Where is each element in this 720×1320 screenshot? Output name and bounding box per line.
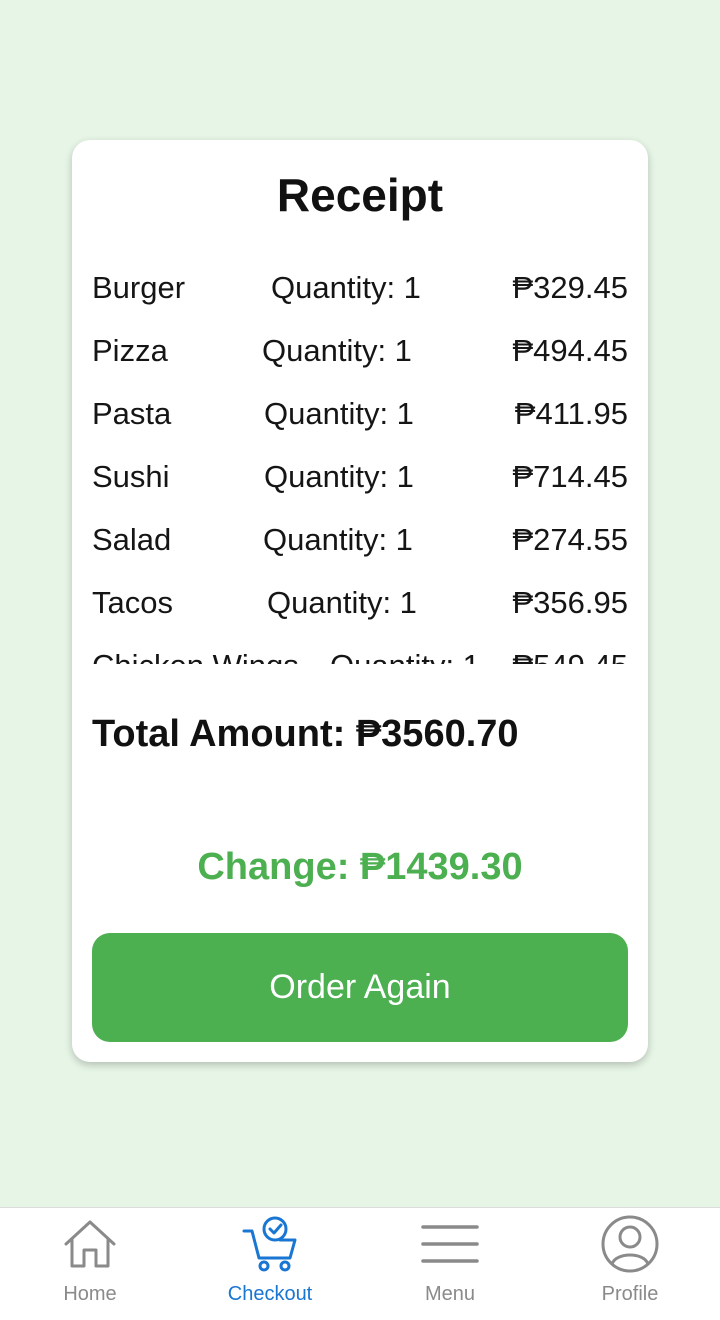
item-price: ₱714.45 xyxy=(512,459,629,494)
receipt-item-row: Pizza Quantity: 1 ₱494.45 xyxy=(92,321,628,384)
receipt-item-row: Tacos Quantity: 1 ₱356.95 xyxy=(92,573,628,636)
item-quantity: Quantity: 1 xyxy=(330,647,480,664)
nav-item-menu[interactable]: Menu xyxy=(360,1208,540,1320)
nav-label-home: Home xyxy=(63,1283,117,1305)
item-quantity: Quantity: 1 xyxy=(271,270,421,305)
nav-item-checkout[interactable]: Checkout xyxy=(180,1208,360,1320)
item-quantity: Quantity: 1 xyxy=(264,459,414,494)
item-name: Salad xyxy=(92,522,172,557)
receipt-item-row: Chicken Wings Quantity: 1 ₱549.45 xyxy=(92,636,628,664)
receipt-item-list[interactable]: Burger Quantity: 1 ₱329.45 Pizza Quantit… xyxy=(92,258,628,664)
menu-icon xyxy=(421,1225,479,1263)
nav-item-home[interactable]: Home xyxy=(0,1208,180,1320)
nav-label-profile: Profile xyxy=(601,1283,659,1305)
item-quantity: Quantity: 1 xyxy=(264,396,414,431)
order-again-button[interactable]: Order Again xyxy=(92,933,628,1042)
nav-label-checkout: Checkout xyxy=(227,1283,313,1305)
item-name: Burger xyxy=(92,270,186,305)
receipt-item-row: Sushi Quantity: 1 ₱714.45 xyxy=(92,447,628,510)
nav-item-profile[interactable]: Profile xyxy=(540,1208,720,1320)
item-price: ₱356.95 xyxy=(512,585,629,620)
item-price: ₱411.95 xyxy=(514,396,628,431)
bottom-navigation: Home Checkout Menu Profile xyxy=(0,1207,720,1320)
item-name: Pizza xyxy=(92,333,168,368)
total-amount: Total Amount: ₱3560.70 xyxy=(92,713,519,755)
item-quantity: Quantity: 1 xyxy=(263,522,413,557)
item-quantity: Quantity: 1 xyxy=(267,585,417,620)
nav-label-menu: Menu xyxy=(424,1283,476,1305)
cart-check-icon xyxy=(242,1216,297,1272)
item-quantity: Quantity: 1 xyxy=(262,333,412,368)
item-name: Pasta xyxy=(92,396,172,431)
receipt-item-row: Burger Quantity: 1 ₱329.45 xyxy=(92,258,628,321)
item-price: ₱549.45 xyxy=(513,647,629,664)
item-price: ₱274.55 xyxy=(512,522,629,557)
item-name: Sushi xyxy=(92,459,170,494)
receipt-title: Receipt xyxy=(276,169,444,221)
item-name: Tacos xyxy=(92,585,173,620)
item-price: ₱494.45 xyxy=(512,333,629,368)
home-icon xyxy=(64,1220,116,1268)
profile-icon xyxy=(601,1215,659,1273)
receipt-item-row: Salad Quantity: 1 ₱274.55 xyxy=(92,510,628,573)
item-name: Chicken Wings xyxy=(92,647,299,664)
receipt-item-row: Pasta Quantity: 1 ₱411.95 xyxy=(92,384,628,447)
item-price: ₱329.45 xyxy=(512,270,629,305)
change-amount: Change: ₱1439.30 xyxy=(197,846,523,888)
